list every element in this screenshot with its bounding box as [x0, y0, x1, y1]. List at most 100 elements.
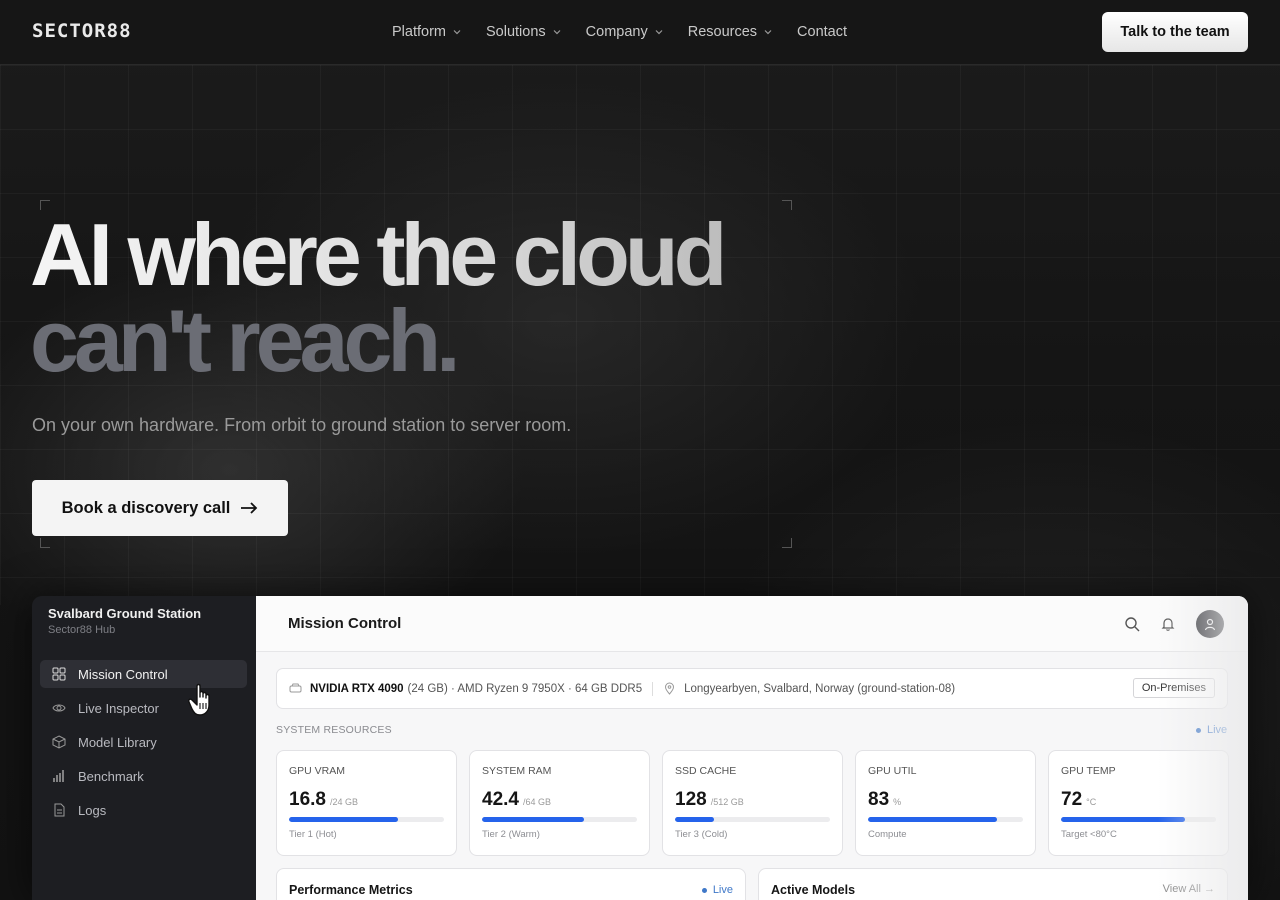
- frame-corner: [40, 538, 50, 548]
- sidebar-item-label: Logs: [78, 802, 107, 818]
- live-dot: [701, 887, 707, 893]
- card-label: GPU VRAM: [289, 765, 346, 777]
- cta-label: Book a discovery call: [61, 498, 231, 517]
- hardware-spec: (24 GB) · AMD Ryzen 9 7950X · 64 GB DDR5: [407, 682, 643, 695]
- nav-resources-label: Resources: [687, 24, 758, 40]
- card-note: Target <80°C: [1061, 829, 1117, 840]
- talk-to-team-button[interactable]: Talk to the team: [1102, 12, 1248, 52]
- station-name: Svalbard Ground Station: [48, 606, 202, 621]
- panel-title: Performance Metrics: [289, 883, 413, 897]
- user-icon: [1204, 618, 1216, 631]
- section-label: SYSTEM RESOURCES: [276, 724, 392, 736]
- grid-icon: [52, 667, 66, 681]
- nav-contact[interactable]: Contact: [797, 24, 847, 40]
- top-navbar: SECTOR88 Platform Solutions Company Reso…: [0, 0, 1280, 65]
- gpu-name: NVIDIA RTX 4090: [310, 682, 404, 695]
- nav-platform[interactable]: Platform: [392, 24, 462, 40]
- nav-company[interactable]: Company: [586, 24, 664, 40]
- station-subtitle: Sector88 Hub: [48, 624, 116, 636]
- card-value: 42.4: [482, 789, 519, 810]
- sidebar-item-label: Model Library: [78, 734, 157, 750]
- nav-solutions[interactable]: Solutions: [486, 24, 562, 40]
- hand-cursor-icon: [188, 683, 210, 716]
- book-discovery-call-button[interactable]: Book a discovery call: [32, 480, 288, 536]
- hardware-summary: NVIDIA RTX 4090 (24 GB) · AMD Ryzen 9 79…: [276, 668, 1228, 709]
- view-all-link[interactable]: View All →: [1163, 883, 1215, 895]
- sidebar-item-model-library[interactable]: Model Library: [40, 728, 247, 756]
- sidebar-item-logs[interactable]: Logs: [40, 796, 247, 824]
- nav-resources[interactable]: Resources: [688, 24, 773, 40]
- headline-line-1: AI where the cloud: [30, 205, 727, 304]
- hardware-location: Longyearbyen, Svalbard, Norway (ground-s…: [684, 682, 956, 695]
- card-unit: %: [893, 797, 902, 807]
- card-unit: /64 GB: [522, 797, 551, 807]
- live-label: Live: [712, 884, 733, 896]
- resource-cards: GPU VRAM 16.8/24 GB Tier 1 (Hot) SYSTEM …: [276, 750, 1229, 856]
- status-badge: On-Premises: [1132, 678, 1215, 698]
- file-icon: [54, 803, 65, 817]
- resource-card: SSD CACHE 128/512 GB Tier 3 (Cold): [662, 750, 843, 856]
- page-title: Mission Control: [288, 615, 402, 632]
- logo[interactable]: SECTOR88: [32, 20, 132, 42]
- dashboard-header: Mission Control: [256, 596, 1248, 652]
- progress-bar: [868, 817, 1023, 822]
- dashboard-preview: Svalbard Ground Station Sector88 Hub Mis…: [32, 596, 1248, 900]
- card-label: SYSTEM RAM: [482, 765, 552, 777]
- panel-title: Active Models: [771, 883, 856, 897]
- card-value: 83: [868, 789, 890, 810]
- resource-card: GPU VRAM 16.8/24 GB Tier 1 (Hot): [276, 750, 457, 856]
- location-pin-icon: [665, 682, 675, 695]
- chevron-down-icon: [453, 30, 461, 35]
- card-note: Tier 3 (Cold): [675, 829, 728, 840]
- progress-fill: [1061, 817, 1185, 822]
- progress-fill: [482, 817, 585, 822]
- nav-links: Platform Solutions Company Resources Con…: [392, 24, 871, 40]
- progress-fill: [675, 817, 714, 822]
- avatar[interactable]: [1196, 610, 1224, 638]
- dashboard-main: Mission Control NVIDIA RTX 4090 (24 GB) …: [256, 596, 1248, 900]
- nav-company-label: Company: [585, 24, 648, 40]
- card-label: GPU UTIL: [868, 765, 917, 777]
- progress-fill: [289, 817, 398, 822]
- chevron-down-icon: [764, 30, 772, 35]
- hero-headline: AI where the cloud can't reach.: [30, 205, 727, 390]
- server-icon: [289, 683, 302, 693]
- headline-line-2: can't reach.: [30, 291, 461, 390]
- performance-metrics-panel: Performance Metrics Live: [276, 868, 746, 900]
- active-models-panel: Active Models View All →: [758, 868, 1228, 900]
- cube-icon: [52, 735, 66, 749]
- progress-bar: [1061, 817, 1216, 822]
- resource-card: GPU UTIL 83% Compute: [855, 750, 1036, 856]
- frame-corner: [782, 538, 792, 548]
- divider: [652, 681, 654, 696]
- card-label: GPU TEMP: [1061, 765, 1116, 777]
- eye-icon: [52, 704, 66, 712]
- resource-card: SYSTEM RAM 42.4/64 GB Tier 2 (Warm): [469, 750, 650, 856]
- search-icon[interactable]: [1124, 616, 1140, 632]
- card-value: 16.8: [289, 789, 326, 810]
- progress-bar: [675, 817, 830, 822]
- progress-fill: [868, 817, 997, 822]
- frame-corner: [782, 200, 792, 210]
- card-note: Tier 1 (Hot): [289, 829, 337, 840]
- card-value: 72: [1061, 789, 1083, 810]
- resource-card: GPU TEMP 72 °C Target <80°C: [1048, 750, 1229, 856]
- bell-icon[interactable]: [1160, 616, 1176, 632]
- card-unit: °C: [1086, 797, 1097, 807]
- sidebar-item-label: Mission Control: [78, 666, 168, 682]
- chevron-down-icon: [655, 30, 663, 35]
- card-note: Compute: [868, 829, 907, 840]
- card-label: SSD CACHE: [675, 765, 737, 777]
- sidebar-item-label: Live Inspector: [78, 700, 159, 716]
- nav-platform-label: Platform: [392, 24, 446, 40]
- card-note: Tier 2 (Warm): [482, 829, 540, 840]
- chevron-down-icon: [553, 30, 561, 35]
- arrow-right-icon: [241, 502, 258, 514]
- nav-solutions-label: Solutions: [486, 24, 546, 40]
- card-value: 128: [675, 789, 707, 810]
- live-indicator: Live: [701, 884, 733, 896]
- sidebar-item-benchmark[interactable]: Benchmark: [40, 762, 247, 790]
- progress-bar: [289, 817, 444, 822]
- hero-subheadline: On your own hardware. From orbit to grou…: [32, 415, 572, 435]
- bar-chart-icon: [53, 770, 64, 782]
